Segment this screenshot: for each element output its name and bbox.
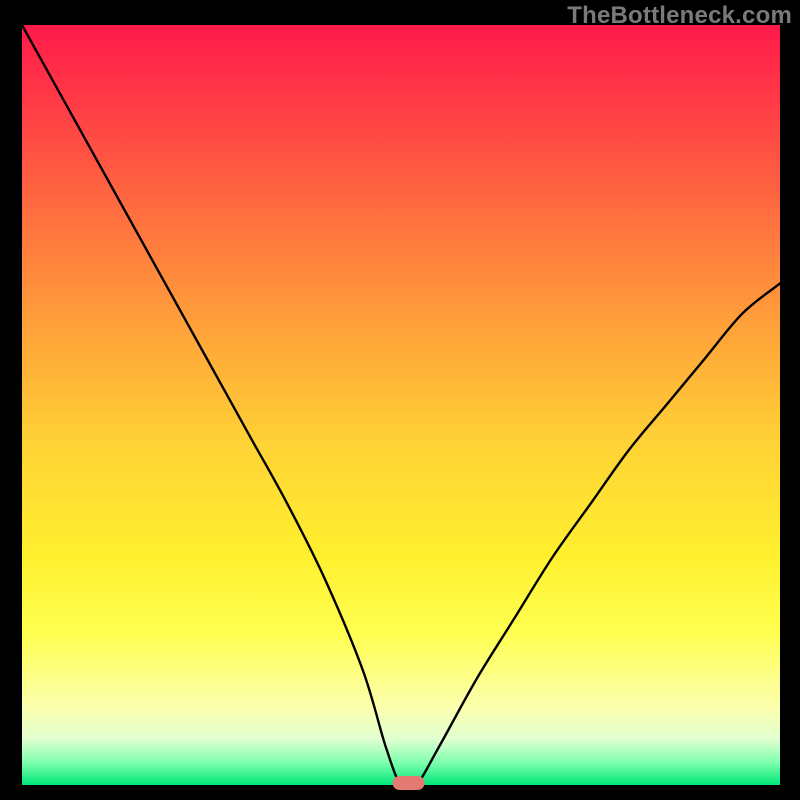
chart-plot-area	[22, 25, 780, 785]
watermark-text: TheBottleneck.com	[567, 2, 792, 30]
optimal-marker	[393, 776, 425, 790]
bottleneck-curve	[22, 25, 780, 785]
